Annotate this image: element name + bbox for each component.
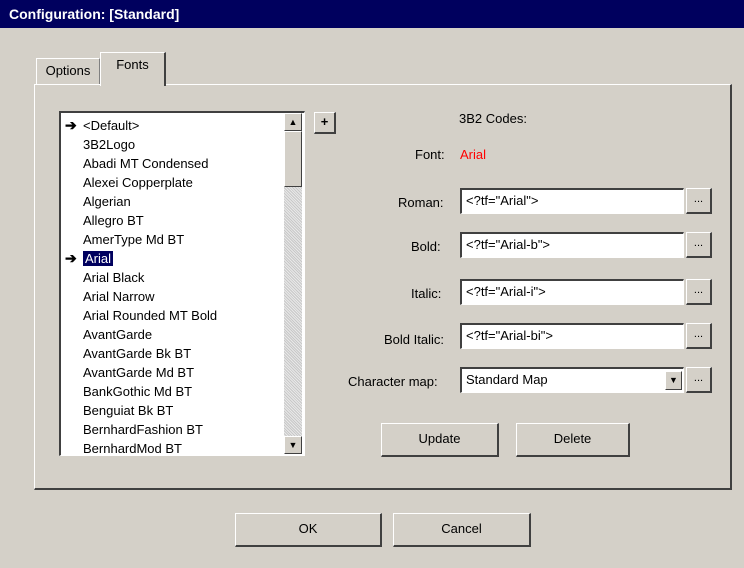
bolditalic-browse-button[interactable]: ...: [686, 323, 712, 349]
charmap-browse-button[interactable]: ...: [686, 367, 712, 393]
font-label: Font:: [415, 147, 445, 162]
update-button[interactable]: Update: [381, 423, 499, 457]
bolditalic-field[interactable]: <?tf="Arial-bi">: [460, 323, 684, 349]
font-list-item[interactable]: Benguiat Bk BT: [83, 401, 173, 420]
font-list-item-label: BernhardMod BT: [83, 441, 182, 456]
italic-label: Italic:: [411, 286, 442, 301]
font-list-item-label: AvantGarde Bk BT: [83, 346, 192, 361]
font-list-item[interactable]: BankGothic Md BT: [83, 382, 192, 401]
font-list-item-label: Arial: [81, 250, 115, 267]
arrow-right-icon: ➔: [65, 117, 77, 133]
add-font-button[interactable]: +: [314, 112, 336, 134]
tab-fonts[interactable]: Fonts: [100, 52, 166, 86]
font-list-item[interactable]: AvantGarde Bk BT: [83, 344, 191, 363]
font-list-item[interactable]: Arial Rounded MT Bold: [83, 306, 217, 325]
font-list-item-label: <Default>: [83, 118, 140, 133]
font-list-item[interactable]: AvantGarde Md BT: [83, 363, 194, 382]
arrow-right-icon: ➔: [65, 250, 77, 266]
cancel-button[interactable]: Cancel: [393, 513, 531, 547]
font-list-item[interactable]: AvantGarde: [83, 325, 152, 344]
font-list-item[interactable]: AmerType Md BT: [83, 230, 184, 249]
font-list-item[interactable]: Algerian: [83, 192, 131, 211]
ok-button[interactable]: OK: [235, 513, 382, 547]
font-list-item[interactable]: BernhardFashion BT: [83, 420, 203, 439]
font-list-item-label: Benguiat Bk BT: [83, 403, 174, 418]
font-list-item-label: Arial Narrow: [83, 289, 155, 304]
font-list-item[interactable]: ➔ Arial: [65, 249, 115, 268]
bolditalic-label: Bold Italic:: [384, 332, 444, 347]
font-list-item-label: AvantGarde Md BT: [83, 365, 195, 380]
font-value: Arial: [460, 147, 487, 162]
title-bar: Configuration: [Standard]: [0, 0, 744, 28]
font-list-item-label: Algerian: [83, 194, 131, 209]
bold-browse-button[interactable]: ...: [686, 232, 712, 258]
bold-field[interactable]: <?tf="Arial-b">: [460, 232, 684, 258]
roman-browse-button[interactable]: ...: [686, 188, 712, 214]
font-list-item[interactable]: Alexei Copperplate: [83, 173, 193, 192]
charmap-value: Standard Map: [466, 372, 548, 387]
add-font-label: +: [320, 114, 329, 129]
font-list-item-label: Arial Black: [83, 270, 145, 285]
font-list-item[interactable]: BernhardMod BT: [83, 439, 182, 456]
scroll-down-button[interactable]: ▼: [284, 436, 302, 454]
font-list-item-label: BernhardFashion BT: [83, 422, 203, 437]
delete-button[interactable]: Delete: [516, 423, 630, 457]
charmap-select[interactable]: Standard Map ▼: [460, 367, 684, 393]
font-listbox[interactable]: ➔ <Default> 3B2Logo Abadi MT Condensed Alexe…: [59, 111, 305, 456]
font-list-item-label: Arial Rounded MT Bold: [83, 308, 218, 323]
charmap-label: Character map:: [348, 374, 438, 389]
font-list-item[interactable]: Abadi MT Condensed: [83, 154, 209, 173]
font-list-scrollbar[interactable]: ▲ ▼: [284, 113, 302, 454]
font-list-item-label: BankGothic Md BT: [83, 384, 193, 399]
bold-label: Bold:: [411, 239, 441, 254]
italic-field[interactable]: <?tf="Arial-i">: [460, 279, 684, 305]
font-list-item-label: AmerType Md BT: [83, 232, 185, 247]
roman-field[interactable]: <?tf="Arial">: [460, 188, 684, 214]
font-list-item-label: AvantGarde: [83, 327, 153, 342]
codes-header: 3B2 Codes:: [459, 111, 527, 126]
font-list-item-label: Abadi MT Condensed: [83, 156, 209, 171]
font-list-item[interactable]: Arial Black: [83, 268, 144, 287]
font-list-item-label: 3B2Logo: [83, 137, 136, 152]
tab-fonts-label: Fonts: [116, 57, 149, 72]
font-list-item-label: Alexei Copperplate: [83, 175, 193, 190]
font-list-item[interactable]: Allegro BT: [83, 211, 144, 230]
scroll-thumb[interactable]: [284, 131, 302, 187]
tab-options-label: Options: [45, 63, 91, 78]
font-list-item[interactable]: 3B2Logo: [83, 135, 135, 154]
roman-label: Roman:: [398, 195, 444, 210]
tab-options[interactable]: Options: [36, 58, 100, 84]
charmap-dropdown-arrow[interactable]: ▼: [665, 371, 682, 390]
window-title: Configuration: [Standard]: [9, 6, 180, 22]
italic-browse-button[interactable]: ...: [686, 279, 712, 305]
font-list-item[interactable]: Arial Narrow: [83, 287, 155, 306]
font-list-item[interactable]: ➔ <Default>: [65, 116, 140, 135]
font-list-item-label: Allegro BT: [83, 213, 144, 228]
scroll-up-button[interactable]: ▲: [284, 113, 302, 131]
